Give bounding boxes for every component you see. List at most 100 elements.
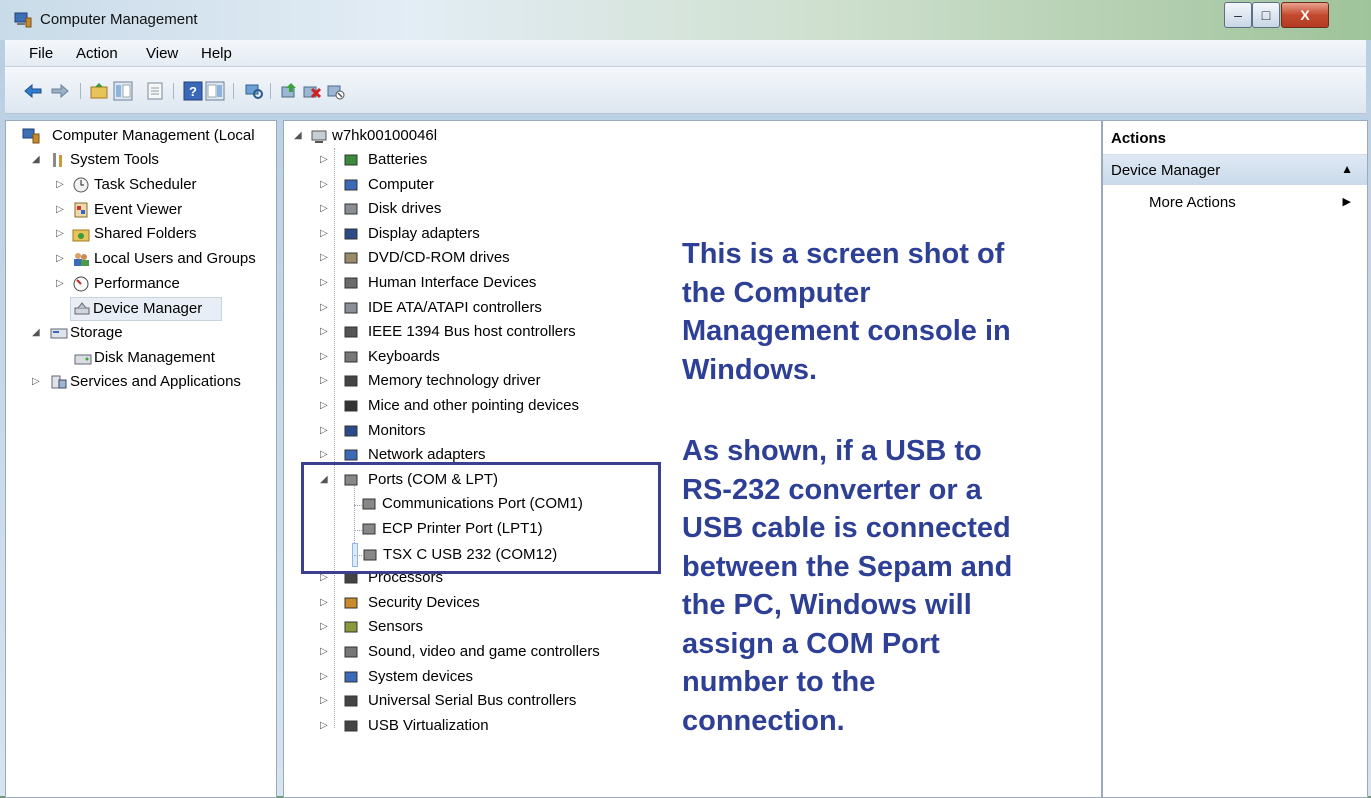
uninstall-icon[interactable] [302,81,322,101]
storage-icon [50,328,68,339]
clock-icon [73,177,89,193]
collapsed-arrow-icon[interactable]: ▷ [320,395,328,417]
system-device-icon [344,671,358,683]
expanded-arrow-icon[interactable]: ◢ [294,125,302,147]
device-label: System devices [368,667,474,685]
back-arrow-icon[interactable] [23,81,43,101]
tree-item-label: Performance [94,275,180,292]
collapsed-arrow-icon[interactable]: ▷ [320,321,328,343]
battery-icon [344,154,358,166]
tree-item-device-manager[interactable]: Device Manager [70,297,222,321]
collapsed-arrow-icon[interactable]: ▷ [320,174,328,196]
sound-icon [344,646,358,658]
collapsed-arrow-icon[interactable]: ▷ [56,248,64,270]
toolbar-separator [233,83,234,99]
collapsed-arrow-icon[interactable]: ▷ [320,370,328,392]
device-label: Universal Serial Bus controllers [368,692,577,710]
forward-arrow-icon[interactable] [50,81,70,101]
usb-icon [344,695,358,707]
update-driver-icon[interactable] [279,81,299,101]
annotation-line: assign a COM Port [682,627,940,660]
action-more-actions[interactable]: More Actions ▶ [1103,187,1367,217]
collapsed-arrow-icon[interactable]: ▷ [320,420,328,442]
collapsed-arrow-icon[interactable]: ▷ [320,616,328,638]
properties-icon[interactable] [145,81,165,101]
tree-item-label: System Tools [70,151,159,168]
collapsed-arrow-icon[interactable]: ▷ [320,297,328,319]
tree-item-label: Services and Applications [70,373,241,390]
collapsed-arrow-icon[interactable]: ▷ [320,198,328,220]
minimize-button[interactable]: – [1224,2,1252,28]
annotation-line: the Computer [682,276,871,309]
toolbar-separator [173,83,174,99]
collapsed-arrow-icon[interactable]: ▷ [320,223,328,245]
collapsed-arrow-icon[interactable]: ▷ [56,174,64,196]
collapsed-arrow-icon[interactable]: ▷ [320,690,328,712]
close-icon: X [1300,7,1310,23]
monitor-icon [344,425,358,437]
collapsed-arrow-icon[interactable]: ▷ [320,592,328,614]
computer-icon [311,130,327,143]
annotation-line: the PC, Windows will [682,589,972,621]
collapsed-arrow-icon[interactable]: ▷ [320,715,328,737]
collapsed-arrow-icon[interactable]: ▷ [320,149,328,171]
svg-text:?: ? [189,84,197,99]
expanded-arrow-icon[interactable]: ◢ [32,149,40,171]
actions-section-device-manager[interactable]: Device Manager ▲ [1103,155,1367,185]
device-label: IEEE 1394 Bus host controllers [368,323,576,341]
show-hide-action-pane-icon[interactable] [205,81,225,101]
show-hide-tree-icon[interactable] [113,81,133,101]
expanded-arrow-icon[interactable]: ◢ [32,322,40,344]
network-adapter-icon [344,449,358,461]
device-label: Memory technology driver [368,372,541,390]
annotation-line: connection. [682,704,845,737]
disable-device-icon[interactable] [326,81,346,101]
console-tree-pane[interactable]: Computer Management (Local ◢ System Tool… [5,120,277,798]
submenu-arrow-icon: ▶ [1342,196,1351,208]
help-icon[interactable]: ? [183,81,203,101]
menu-help[interactable]: Help [201,45,232,62]
menu-view[interactable]: View [146,45,178,62]
ports-highlight-box [301,462,661,574]
collapsed-arrow-icon[interactable]: ▷ [320,666,328,688]
device-label: Sensors [368,618,424,636]
users-icon [74,253,89,266]
collapsed-arrow-icon[interactable]: ▷ [56,273,64,295]
tree-item-label: Disk Management [94,349,215,366]
collapsed-arrow-icon[interactable]: ▷ [320,247,328,269]
toolbar-separator [270,83,271,99]
device-label: Batteries [368,151,428,168]
collapsed-arrow-icon[interactable]: ▷ [320,346,328,368]
close-button[interactable]: X [1281,2,1329,28]
device-label: IDE ATA/ATAPI controllers [368,298,542,316]
menu-file[interactable]: File [29,45,53,62]
tree-item-label: Task Scheduler [94,176,197,193]
actions-header: Actions [1103,121,1367,155]
minimize-icon: – [1234,7,1242,23]
sensor-icon [344,621,358,633]
collapsed-arrow-icon[interactable]: ▷ [320,641,328,663]
maximize-icon: □ [1261,7,1271,23]
maximize-button[interactable]: □ [1252,2,1280,28]
device-label: USB Virtualization [368,716,489,734]
computer-management-window: Computer Management – □ X File Action Vi… [0,0,1371,798]
collapsed-arrow-icon[interactable]: ▷ [320,272,328,294]
collapse-up-icon[interactable]: ▲ [1341,162,1353,176]
disk-management-icon [74,354,92,365]
collapsed-arrow-icon[interactable]: ▷ [56,199,64,221]
window-title: Computer Management [40,11,198,28]
scan-hardware-icon[interactable] [244,81,264,101]
actions-title: Actions [1111,130,1167,147]
title-bar[interactable]: Computer Management – □ X [0,0,1371,40]
system-tools-icon [53,153,62,167]
device-label: Human Interface Devices [368,274,537,291]
performance-icon [73,276,89,292]
display-adapter-icon [344,228,358,240]
up-folder-icon[interactable] [89,81,109,101]
collapsed-arrow-icon[interactable]: ▷ [56,223,64,245]
collapsed-arrow-icon[interactable]: ▷ [32,371,40,393]
menu-action[interactable]: Action [76,45,118,62]
annotation-line: number to the [682,666,876,698]
device-label: Disk drives [368,200,442,218]
tree-item-label: Local Users and Groups [94,250,256,267]
